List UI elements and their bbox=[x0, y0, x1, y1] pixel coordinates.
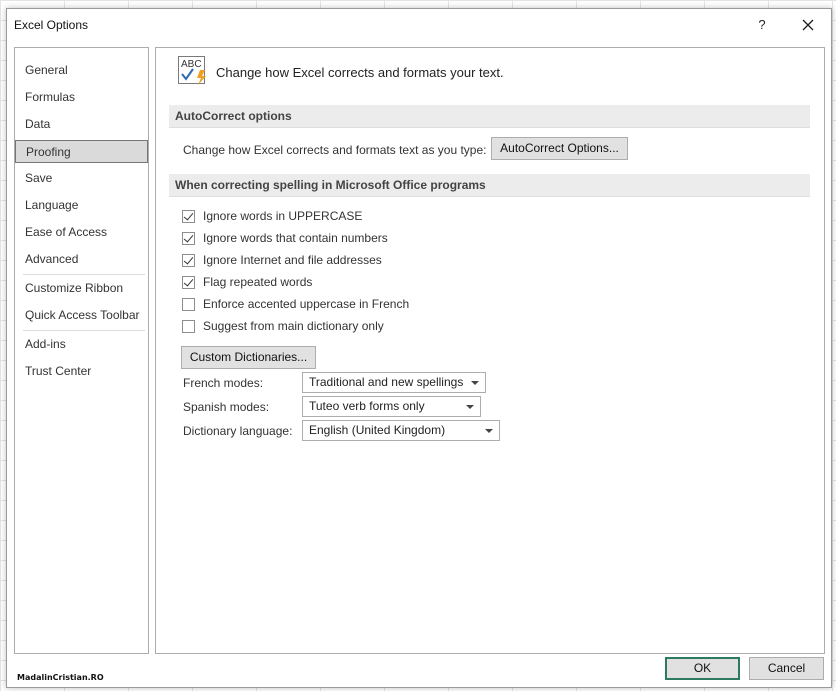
spanish-modes-label: Spanish modes: bbox=[183, 400, 270, 414]
dictionary-language-label: Dictionary language: bbox=[183, 424, 293, 438]
checkbox[interactable] bbox=[182, 319, 195, 333]
select-value: English (United Kingdom) bbox=[309, 423, 446, 437]
close-icon bbox=[802, 19, 814, 31]
option-label: Suggest from main dictionary only bbox=[203, 319, 384, 333]
checkbox[interactable] bbox=[182, 231, 195, 245]
help-button[interactable]: ? bbox=[752, 15, 772, 35]
chevron-down-icon bbox=[466, 405, 474, 409]
sidebar-item-proofing[interactable]: Proofing bbox=[15, 140, 148, 163]
custom-dictionaries-button[interactable]: Custom Dictionaries... bbox=[181, 346, 316, 369]
option-label: Enforce accented uppercase in French bbox=[203, 297, 410, 311]
option-label: Ignore Internet and file addresses bbox=[203, 253, 382, 267]
sidebar-divider bbox=[23, 274, 145, 275]
sidebar-item-formulas[interactable]: Formulas bbox=[15, 86, 148, 109]
option-ignore-uppercase[interactable]: Ignore words in UPPERCASE bbox=[182, 207, 362, 225]
autocorrect-options-button[interactable]: AutoCorrect Options... bbox=[491, 137, 628, 160]
option-ignore-internet-addresses[interactable]: Ignore Internet and file addresses bbox=[182, 251, 382, 269]
spanish-modes-select[interactable]: Tuteo verb forms only bbox=[302, 396, 481, 417]
abc-check-icon: ABC bbox=[178, 56, 206, 85]
ok-button[interactable]: OK bbox=[665, 657, 740, 680]
dictionary-language-select[interactable]: English (United Kingdom) bbox=[302, 420, 500, 441]
proofing-panel: ABC Change how Excel corrects and format… bbox=[155, 47, 825, 654]
option-flag-repeated-words[interactable]: Flag repeated words bbox=[182, 273, 312, 291]
checkbox[interactable] bbox=[182, 275, 195, 289]
option-suggest-main-dictionary[interactable]: Suggest from main dictionary only bbox=[182, 317, 384, 335]
checkbox[interactable] bbox=[182, 297, 195, 311]
excel-options-dialog: Excel Options ? General Formulas Data Pr… bbox=[6, 8, 832, 688]
chevron-down-icon bbox=[471, 381, 479, 385]
title-bar: Excel Options ? bbox=[7, 9, 831, 41]
sidebar-item-quick-access-toolbar[interactable]: Quick Access Toolbar bbox=[15, 304, 148, 327]
sidebar-item-trust-center[interactable]: Trust Center bbox=[15, 360, 148, 383]
option-label: Flag repeated words bbox=[203, 275, 313, 289]
option-label: Ignore words in UPPERCASE bbox=[203, 209, 363, 223]
sidebar-item-language[interactable]: Language bbox=[15, 194, 148, 217]
watermark-text: MadalinCristian.RO bbox=[17, 673, 104, 682]
checkbox[interactable] bbox=[182, 253, 195, 267]
checkbox[interactable] bbox=[182, 209, 195, 223]
sidebar-item-advanced[interactable]: Advanced bbox=[15, 248, 148, 271]
option-ignore-numbers[interactable]: Ignore words that contain numbers bbox=[182, 229, 388, 247]
sidebar-item-add-ins[interactable]: Add-ins bbox=[15, 333, 148, 356]
close-button[interactable] bbox=[797, 15, 819, 35]
autocorrect-section-header: AutoCorrect options bbox=[169, 105, 810, 128]
sidebar-nav: General Formulas Data Proofing Save Lang… bbox=[14, 47, 149, 654]
cancel-button[interactable]: Cancel bbox=[749, 657, 824, 680]
sidebar-divider bbox=[23, 330, 145, 331]
panel-header-text: Change how Excel corrects and formats yo… bbox=[216, 65, 504, 80]
sidebar-item-customize-ribbon[interactable]: Customize Ribbon bbox=[15, 277, 148, 300]
select-value: Traditional and new spellings bbox=[309, 375, 464, 389]
french-modes-select[interactable]: Traditional and new spellings bbox=[302, 372, 486, 393]
sidebar-item-general[interactable]: General bbox=[15, 59, 148, 82]
option-enforce-accented-uppercase[interactable]: Enforce accented uppercase in French bbox=[182, 295, 409, 313]
chevron-down-icon bbox=[485, 429, 493, 433]
svg-text:ABC: ABC bbox=[181, 59, 202, 70]
dialog-title: Excel Options bbox=[14, 18, 89, 32]
autocorrect-description: Change how Excel corrects and formats te… bbox=[183, 143, 487, 157]
spelling-section-header: When correcting spelling in Microsoft Of… bbox=[169, 174, 810, 197]
sidebar-item-save[interactable]: Save bbox=[15, 167, 148, 190]
sidebar-item-ease-of-access[interactable]: Ease of Access bbox=[15, 221, 148, 244]
french-modes-label: French modes: bbox=[183, 376, 264, 390]
select-value: Tuteo verb forms only bbox=[309, 399, 425, 413]
sidebar-item-data[interactable]: Data bbox=[15, 113, 148, 136]
option-label: Ignore words that contain numbers bbox=[203, 231, 388, 245]
